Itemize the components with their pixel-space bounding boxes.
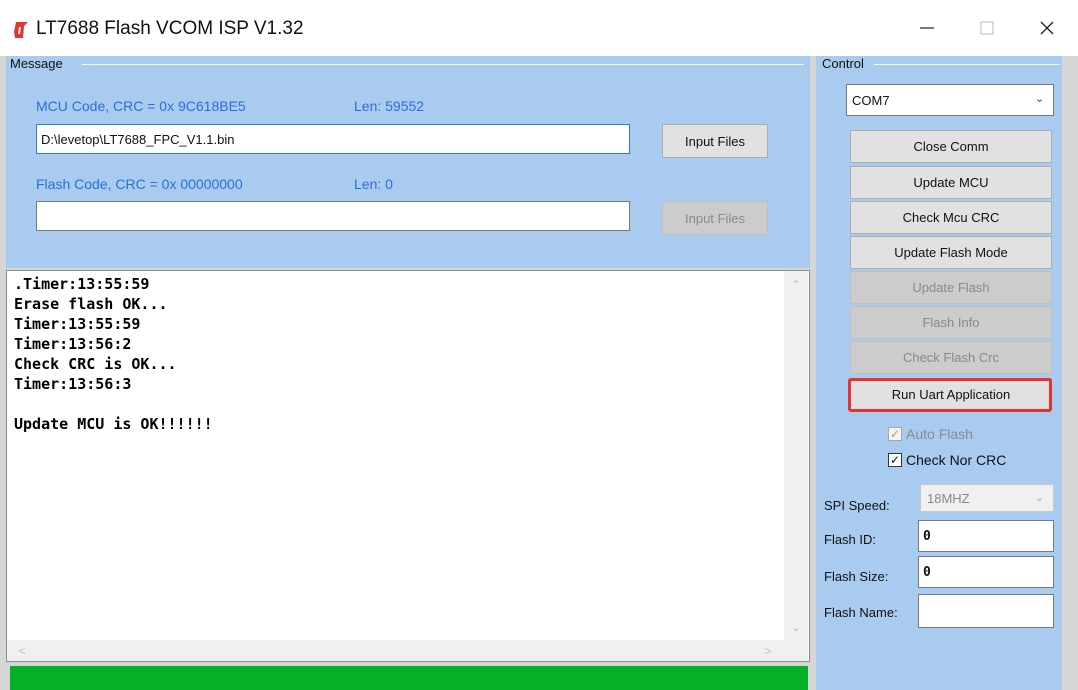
mcu-file-input[interactable]: D:\levetop\LT7688_FPC_V1.1.bin [36, 124, 630, 154]
scroll-left-icon[interactable]: < [15, 640, 29, 661]
auto-flash-label: Auto Flash [906, 426, 973, 442]
com-port-value: COM7 [852, 92, 890, 108]
message-panel [6, 56, 810, 268]
scroll-down-icon[interactable]: ⌄ [784, 617, 808, 637]
flash-size-label: Flash Size: [824, 569, 889, 584]
checkmark-icon: ✓ [888, 427, 902, 441]
message-group-border [82, 64, 804, 65]
control-group-label: Control [822, 56, 864, 71]
spi-speed-value: 18MHZ [927, 490, 970, 506]
scroll-right-icon[interactable]: > [761, 640, 775, 661]
maximize-button [964, 8, 1010, 48]
chevron-down-icon: ⌄ [1035, 492, 1045, 504]
flash-id-field[interactable]: 0 [918, 520, 1054, 552]
mcu-input-files-button[interactable]: Input Files [662, 124, 768, 158]
flash-info-button: Flash Info [850, 306, 1052, 339]
flash-name-field[interactable] [918, 594, 1054, 628]
flash-size-field[interactable]: 0 [918, 556, 1054, 588]
check-mcu-crc-button[interactable]: Check Mcu CRC [850, 201, 1052, 234]
close-comm-button[interactable]: Close Comm [850, 130, 1052, 163]
com-port-select[interactable]: COM7 ⌄ [846, 84, 1054, 116]
update-flash-button: Update Flash [850, 271, 1052, 304]
spi-speed-label: SPI Speed: [824, 498, 890, 513]
update-mcu-button[interactable]: Update MCU [850, 166, 1052, 199]
scroll-up-icon[interactable]: ⌃ [784, 275, 808, 295]
auto-flash-checkbox: ✓ Auto Flash [888, 426, 973, 442]
flash-input-files-button: Input Files [662, 201, 768, 235]
window-title: LT7688 Flash VCOM ISP V1.32 [36, 18, 304, 39]
progress-bar [10, 666, 808, 690]
scrollbar-corner [784, 640, 808, 661]
check-nor-crc-label: Check Nor CRC [906, 452, 1007, 468]
flash-id-label: Flash ID: [824, 532, 877, 547]
flash-file-input[interactable] [36, 201, 630, 231]
checkmark-icon: ✓ [888, 453, 902, 467]
control-group-border [874, 64, 1060, 65]
minimize-button[interactable] [904, 8, 950, 48]
log-text: .Timer:13:55:59 Erase flash OK... Timer:… [14, 275, 213, 433]
flash-len-label: Len: 0 [354, 176, 393, 192]
mcu-code-label: MCU Code, CRC = 0x 9C618BE5 [36, 98, 246, 114]
lt-logo-icon [14, 22, 28, 38]
flash-code-label: Flash Code, CRC = 0x 00000000 [36, 176, 243, 192]
close-button[interactable] [1024, 8, 1070, 48]
spi-speed-select: 18MHZ ⌄ [920, 484, 1054, 512]
mcu-len-label: Len: 59552 [354, 98, 425, 114]
maximize-icon [980, 21, 994, 35]
chevron-down-icon: ⌄ [1035, 93, 1045, 105]
flash-name-label: Flash Name: [824, 605, 898, 620]
close-icon [1040, 21, 1054, 35]
highlight-box [848, 378, 1052, 412]
log-horizontal-scrollbar[interactable]: < > [7, 640, 784, 661]
log-vertical-scrollbar[interactable]: ⌃ ⌄ [784, 271, 808, 641]
update-flash-mode-button[interactable]: Update Flash Mode [850, 236, 1052, 269]
check-nor-crc-checkbox[interactable]: ✓ Check Nor CRC [888, 452, 1006, 468]
minimize-icon [920, 27, 934, 29]
check-flash-crc-button: Check Flash Crc [850, 341, 1052, 374]
message-group-label: Message [10, 56, 63, 71]
